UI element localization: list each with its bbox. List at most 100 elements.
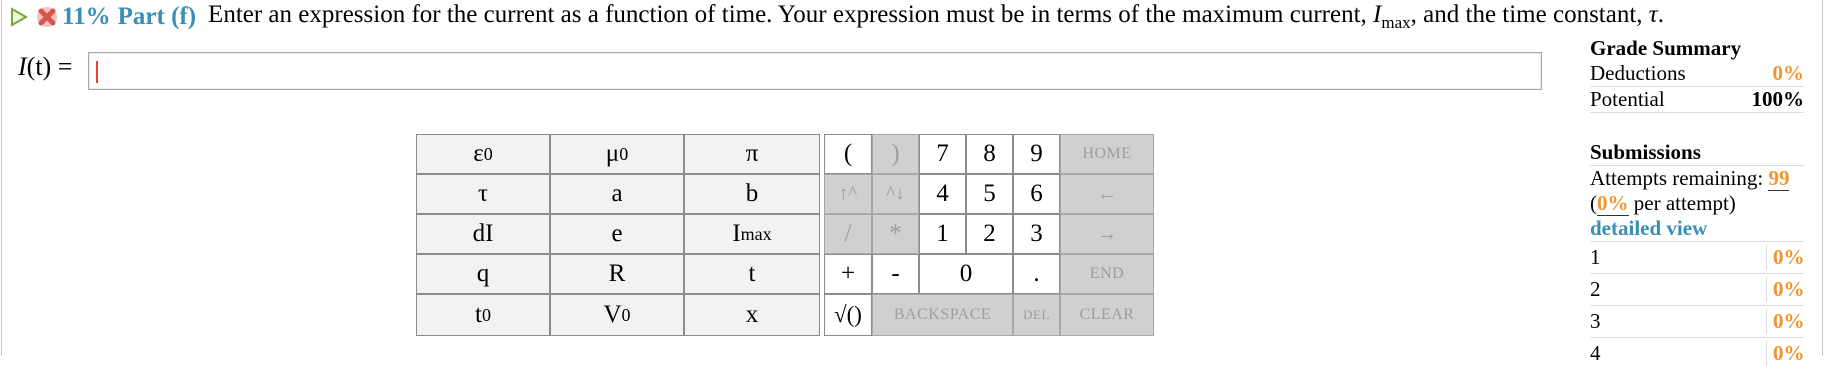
submission-number: 3 xyxy=(1590,309,1601,333)
deductions-label: Deductions xyxy=(1590,61,1686,85)
question-text-end: . xyxy=(1657,1,1664,28)
key-label: q xyxy=(476,260,490,287)
key-close-paren: ) xyxy=(872,134,919,174)
key-label: 7 xyxy=(936,140,949,167)
key-1[interactable]: 1 xyxy=(919,214,966,254)
key-label: I xyxy=(732,220,741,247)
key-label: CLEAR xyxy=(1079,306,1135,323)
key-end: END xyxy=(1060,254,1154,294)
key-3[interactable]: 3 xyxy=(1013,214,1060,254)
key-epsilon0[interactable]: ε0 xyxy=(416,134,550,174)
key-t[interactable]: t xyxy=(684,254,820,294)
key-V0[interactable]: V0 xyxy=(550,294,684,336)
key-label: DEL xyxy=(1023,307,1050,322)
key-decimal[interactable]: . xyxy=(1013,254,1060,294)
key-5[interactable]: 5 xyxy=(966,174,1013,214)
key-multiply: * xyxy=(872,214,919,254)
key-dI[interactable]: dI xyxy=(416,214,550,254)
key-9[interactable]: 9 xyxy=(1013,134,1060,174)
answer-label-func: I xyxy=(18,52,27,81)
key-label: e xyxy=(611,220,623,247)
key-sub: max xyxy=(740,223,772,244)
key-label: 6 xyxy=(1030,180,1043,207)
key-sub: 0 xyxy=(483,143,493,164)
key-label: 0 xyxy=(959,260,973,287)
submission-deduction: 0% xyxy=(1766,277,1805,302)
key-6[interactable]: 6 xyxy=(1013,174,1060,214)
per-attempt: (0% per attempt) xyxy=(1590,191,1804,216)
key-x[interactable]: x xyxy=(684,294,820,336)
attempts-label: Attempts remaining: xyxy=(1590,166,1769,190)
key-4[interactable]: 4 xyxy=(919,174,966,214)
key-label: BACKSPACE xyxy=(893,306,992,323)
key-mu0[interactable]: μ0 xyxy=(550,134,684,174)
key-label: dI xyxy=(472,220,494,247)
key-b[interactable]: b xyxy=(684,174,820,214)
key-label: + xyxy=(840,260,856,287)
key-label: √() xyxy=(834,302,862,327)
deductions-row: Deductions 0% xyxy=(1590,61,1804,87)
key-label: μ xyxy=(605,140,620,167)
grade-summary-title: Grade Summary xyxy=(1590,36,1742,60)
key-label: V xyxy=(603,301,622,328)
key-2[interactable]: 2 xyxy=(966,214,1013,254)
key-label: 4 xyxy=(936,180,949,207)
var-imax-sub: max xyxy=(1381,13,1411,32)
deductions-value: 0% xyxy=(1772,61,1805,85)
question-text: Enter an expression for the current as a… xyxy=(208,1,1664,33)
key-del: DEL xyxy=(1013,294,1060,336)
key-label: x xyxy=(745,301,759,328)
key-up-caret: ↑^ xyxy=(824,174,872,214)
key-divide: / xyxy=(824,214,872,254)
key-7[interactable]: 7 xyxy=(919,134,966,174)
detailed-view-link[interactable]: detailed view xyxy=(1590,216,1804,241)
key-imax[interactable]: Imax xyxy=(684,214,820,254)
key-plus[interactable]: + xyxy=(824,254,872,294)
key-label: ( xyxy=(843,140,853,167)
potential-label: Potential xyxy=(1590,87,1665,111)
submissions-title: Submissions xyxy=(1590,140,1701,164)
key-minus[interactable]: - xyxy=(872,254,919,294)
answer-input[interactable] xyxy=(88,52,1542,90)
key-label: ) xyxy=(891,140,900,167)
key-q[interactable]: q xyxy=(416,254,550,294)
key-label: 1 xyxy=(936,220,949,247)
key-8[interactable]: 8 xyxy=(966,134,1013,174)
key-label: 2 xyxy=(983,220,996,247)
key-left-arrow: ← xyxy=(1060,174,1154,214)
var-tau: τ xyxy=(1648,1,1658,28)
submission-row: 4 0% xyxy=(1590,337,1805,369)
key-pi[interactable]: π xyxy=(684,134,820,174)
incorrect-x-icon xyxy=(37,7,57,27)
key-0[interactable]: 0 xyxy=(919,254,1013,294)
key-sqrt[interactable]: √() xyxy=(824,294,872,336)
key-label: a xyxy=(611,180,623,207)
question-text-main: Enter an expression for the current as a… xyxy=(208,1,1374,28)
per-attempt-text: per attempt) xyxy=(1628,191,1736,215)
submission-number: 1 xyxy=(1590,245,1601,269)
key-tau[interactable]: τ xyxy=(416,174,550,214)
key-right-arrow: → xyxy=(1060,214,1154,254)
submission-number: 2 xyxy=(1590,277,1601,301)
answer-label-arg: (t) = xyxy=(26,52,73,81)
key-down-caret: ^↓ xyxy=(872,174,919,214)
key-sub: 0 xyxy=(481,304,491,325)
question-text-mid: , and the time constant, xyxy=(1410,1,1649,28)
key-label: τ xyxy=(477,180,489,207)
attempts-value: 99 xyxy=(1768,166,1790,191)
key-label: π xyxy=(745,140,759,167)
key-t0[interactable]: t0 xyxy=(416,294,550,336)
potential-value: 100% xyxy=(1751,87,1805,111)
score-percent: 11% xyxy=(62,3,111,30)
per-attempt-open: ( xyxy=(1590,191,1597,215)
key-label: ε xyxy=(473,140,484,167)
key-a[interactable]: a xyxy=(550,174,684,214)
key-R[interactable]: R xyxy=(550,254,684,294)
play-icon[interactable] xyxy=(10,7,28,27)
key-e[interactable]: e xyxy=(550,214,684,254)
key-sub: 0 xyxy=(621,304,631,325)
per-attempt-value: 0% xyxy=(1597,191,1629,216)
key-open-paren[interactable]: ( xyxy=(824,134,872,174)
right-arrow-icon: → xyxy=(1097,222,1117,245)
grade-sidebar: Grade Summary Deductions 0% Potential 10… xyxy=(1590,36,1805,369)
